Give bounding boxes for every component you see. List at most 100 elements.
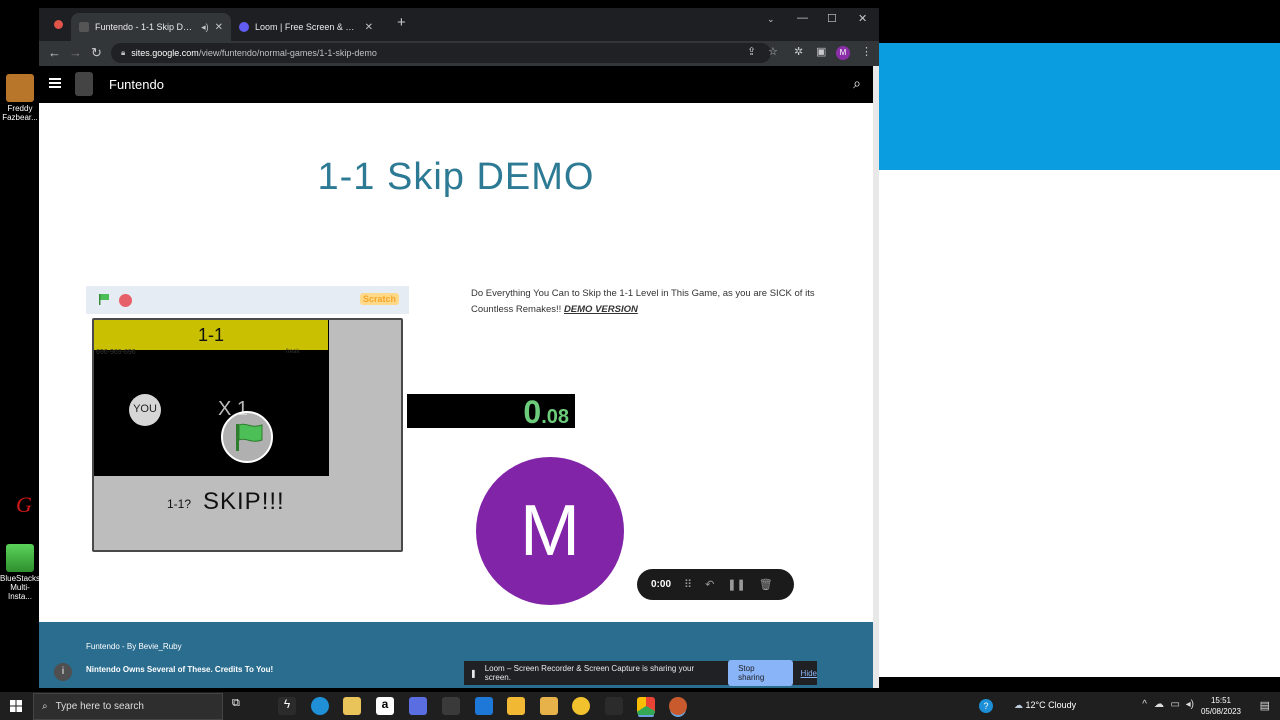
search-placeholder: Type here to search — [55, 701, 144, 712]
url-domain: sites.google.com — [131, 48, 199, 58]
app-lightning-icon[interactable]: ϟ — [278, 697, 296, 715]
cloud-icon: ☁ — [1014, 700, 1023, 710]
green-flag-icon[interactable] — [98, 293, 110, 305]
footer-disclaimer: Nintendo Owns Several of These. Credits … — [86, 665, 274, 674]
weather-text: 12°C Cloudy — [1025, 700, 1077, 710]
taskbar: ⌕ Type here to search ⧉ ϟ a ? ☁ 12°C Clo… — [0, 692, 1280, 720]
bookmark-star-icon[interactable]: ☆ — [768, 45, 778, 58]
hide-link[interactable]: Hide — [801, 669, 817, 678]
game-code: 696-969-696 — [96, 349, 136, 356]
timer-display: 0.08 — [407, 394, 575, 430]
windows-start-icon[interactable] — [10, 700, 22, 712]
volume-icon[interactable]: ◂) — [1186, 699, 1194, 710]
page-scrollbar[interactable] — [873, 66, 879, 688]
tab-title: Loom | Free Screen & Video Rec — [255, 22, 359, 32]
chrome-icon[interactable] — [637, 697, 655, 715]
tray-chevron-icon[interactable]: ^ — [1142, 699, 1147, 710]
info-icon[interactable]: i — [54, 663, 72, 681]
scratch-controls: Scratch — [86, 286, 409, 314]
funtendo-favicon-icon — [79, 22, 89, 32]
desktop-icon-label: Freddy Fazbear... — [2, 104, 38, 122]
game-description: Do Everything You Can to Skip the 1-1 Le… — [471, 286, 831, 318]
profile-avatar[interactable]: M — [836, 46, 850, 60]
screen-share-bar: ❚ Loom – Screen Recorder & Screen Captur… — [464, 660, 817, 686]
timer-seconds: 0 — [523, 394, 542, 430]
new-tab-button[interactable]: + — [397, 14, 406, 31]
minimize-button[interactable]: — — [797, 12, 808, 24]
media-player-icon[interactable] — [442, 697, 460, 715]
drag-handle-icon[interactable]: ⠿ — [684, 578, 692, 591]
app-coin-icon[interactable] — [572, 697, 590, 715]
dropbox-icon[interactable] — [475, 697, 493, 715]
loom-recording-controls: 0:00 ⠿ ↶ ❚❚ 🗑︎ — [637, 569, 794, 600]
menu-dots-icon[interactable]: ⋮ — [861, 45, 872, 58]
hamburger-menu-icon[interactable] — [49, 78, 61, 88]
play-flag-button[interactable] — [221, 411, 273, 463]
amazon-icon[interactable]: a — [376, 697, 394, 715]
stop-sharing-button[interactable]: Stop sharing — [728, 660, 793, 686]
restart-icon[interactable]: ↶ — [705, 578, 714, 591]
reload-icon[interactable]: ↻ — [91, 45, 102, 61]
extensions-puzzle-icon[interactable]: ✲ — [794, 45, 803, 58]
page-title: 1-1 Skip DEMO — [317, 156, 595, 198]
maximize-button[interactable]: ☐ — [827, 12, 837, 25]
close-tab-icon[interactable]: ✕ — [365, 22, 373, 33]
loom-camera-bubble[interactable]: M — [476, 457, 624, 605]
tab-search-chevron-icon[interactable]: ⌄ — [767, 14, 775, 25]
recording-timer: 0:00 — [651, 579, 672, 590]
close-tab-icon[interactable]: ✕ — [215, 22, 223, 33]
taskbar-search[interactable]: ⌕ Type here to search — [33, 693, 223, 720]
pause-icon[interactable]: ❚❚ — [727, 578, 745, 591]
browser-window: Funtendo - 1-1 Skip DEMO ◂) ✕ Loom | Fre… — [39, 8, 879, 688]
delete-trash-icon[interactable]: 🗑︎ — [759, 578, 773, 591]
desktop-icon-freddy[interactable]: Freddy Fazbear... — [0, 74, 40, 122]
task-view-icon[interactable]: ⧉ — [232, 697, 250, 715]
desktop-icon-bluestacks[interactable]: BlueStacks Multi-Insta... — [0, 544, 40, 601]
footer-credit: Funtendo - By Bevie_Ruby — [86, 642, 182, 651]
site-name[interactable]: Funtendo — [109, 77, 164, 92]
address-bar[interactable]: 🔒︎ sites.google.com/view/funtendo/normal… — [111, 43, 771, 63]
share-icon[interactable]: ⇪ — [747, 45, 756, 58]
search-icon: ⌕ — [42, 701, 48, 712]
side-panel-icon[interactable]: ▣ — [816, 45, 826, 58]
level-question: 1-1? — [167, 497, 192, 511]
bluestacks-icon — [6, 544, 34, 572]
app-purple-icon[interactable] — [409, 697, 427, 715]
battery-icon[interactable]: ▭ — [1171, 699, 1180, 710]
weather-widget[interactable]: ☁ 12°C Cloudy — [1014, 700, 1094, 711]
app-yellow-icon[interactable] — [507, 697, 525, 715]
scratch-logo[interactable]: Scratch — [359, 293, 399, 305]
background-window-header — [879, 43, 1280, 170]
site-info-icon[interactable]: 🔒︎ — [121, 48, 125, 58]
search-icon[interactable]: ⌕ — [853, 75, 861, 92]
tab-funtendo[interactable]: Funtendo - 1-1 Skip DEMO ◂) ✕ — [71, 13, 231, 41]
back-arrow-icon[interactable]: ← — [48, 45, 61, 60]
green-flag-icon — [236, 423, 263, 451]
game-screen: 1-1 696-969-696 freak YOU X 1 — [94, 320, 329, 476]
stop-sign-icon[interactable] — [119, 294, 132, 307]
scratch-stage[interactable]: 1-1 696-969-696 freak YOU X 1 1-1? SKIP!… — [92, 318, 403, 552]
app-dark-icon[interactable] — [605, 697, 623, 715]
tab-title: Funtendo - 1-1 Skip DEMO — [95, 22, 196, 32]
clock-time: 15:51 — [1210, 696, 1232, 705]
loom-taskbar-icon[interactable] — [669, 697, 687, 715]
site-logo[interactable] — [75, 72, 93, 96]
desktop-partial-text: G — [16, 492, 32, 517]
speaker-icon[interactable]: ◂) — [201, 22, 209, 33]
player-bubble: YOU — [129, 394, 161, 426]
demo-version-label: DEMO VERSION — [563, 304, 638, 315]
notifications-icon[interactable]: ▤ — [1260, 699, 1270, 712]
clock-date: 05/08/2023 — [1200, 707, 1242, 716]
description-text: Do Everything You Can to Skip the 1-1 Le… — [471, 288, 815, 315]
help-icon[interactable]: ? — [979, 699, 993, 713]
pause-handle-icon: ❚ — [470, 668, 477, 678]
file-explorer-icon[interactable] — [540, 697, 558, 715]
tab-strip: Funtendo - 1-1 Skip DEMO ◂) ✕ Loom | Fre… — [39, 8, 879, 41]
edge-browser-icon[interactable] — [311, 697, 329, 715]
onedrive-cloud-icon[interactable]: ☁ — [1154, 699, 1164, 710]
close-window-button[interactable]: ✕ — [858, 12, 867, 25]
tab-loom[interactable]: Loom | Free Screen & Video Rec ✕ — [231, 13, 381, 41]
store-icon[interactable] — [343, 697, 361, 715]
system-clock[interactable]: 15:51 05/08/2023 — [1198, 695, 1244, 717]
forward-arrow-icon[interactable]: → — [69, 45, 82, 60]
